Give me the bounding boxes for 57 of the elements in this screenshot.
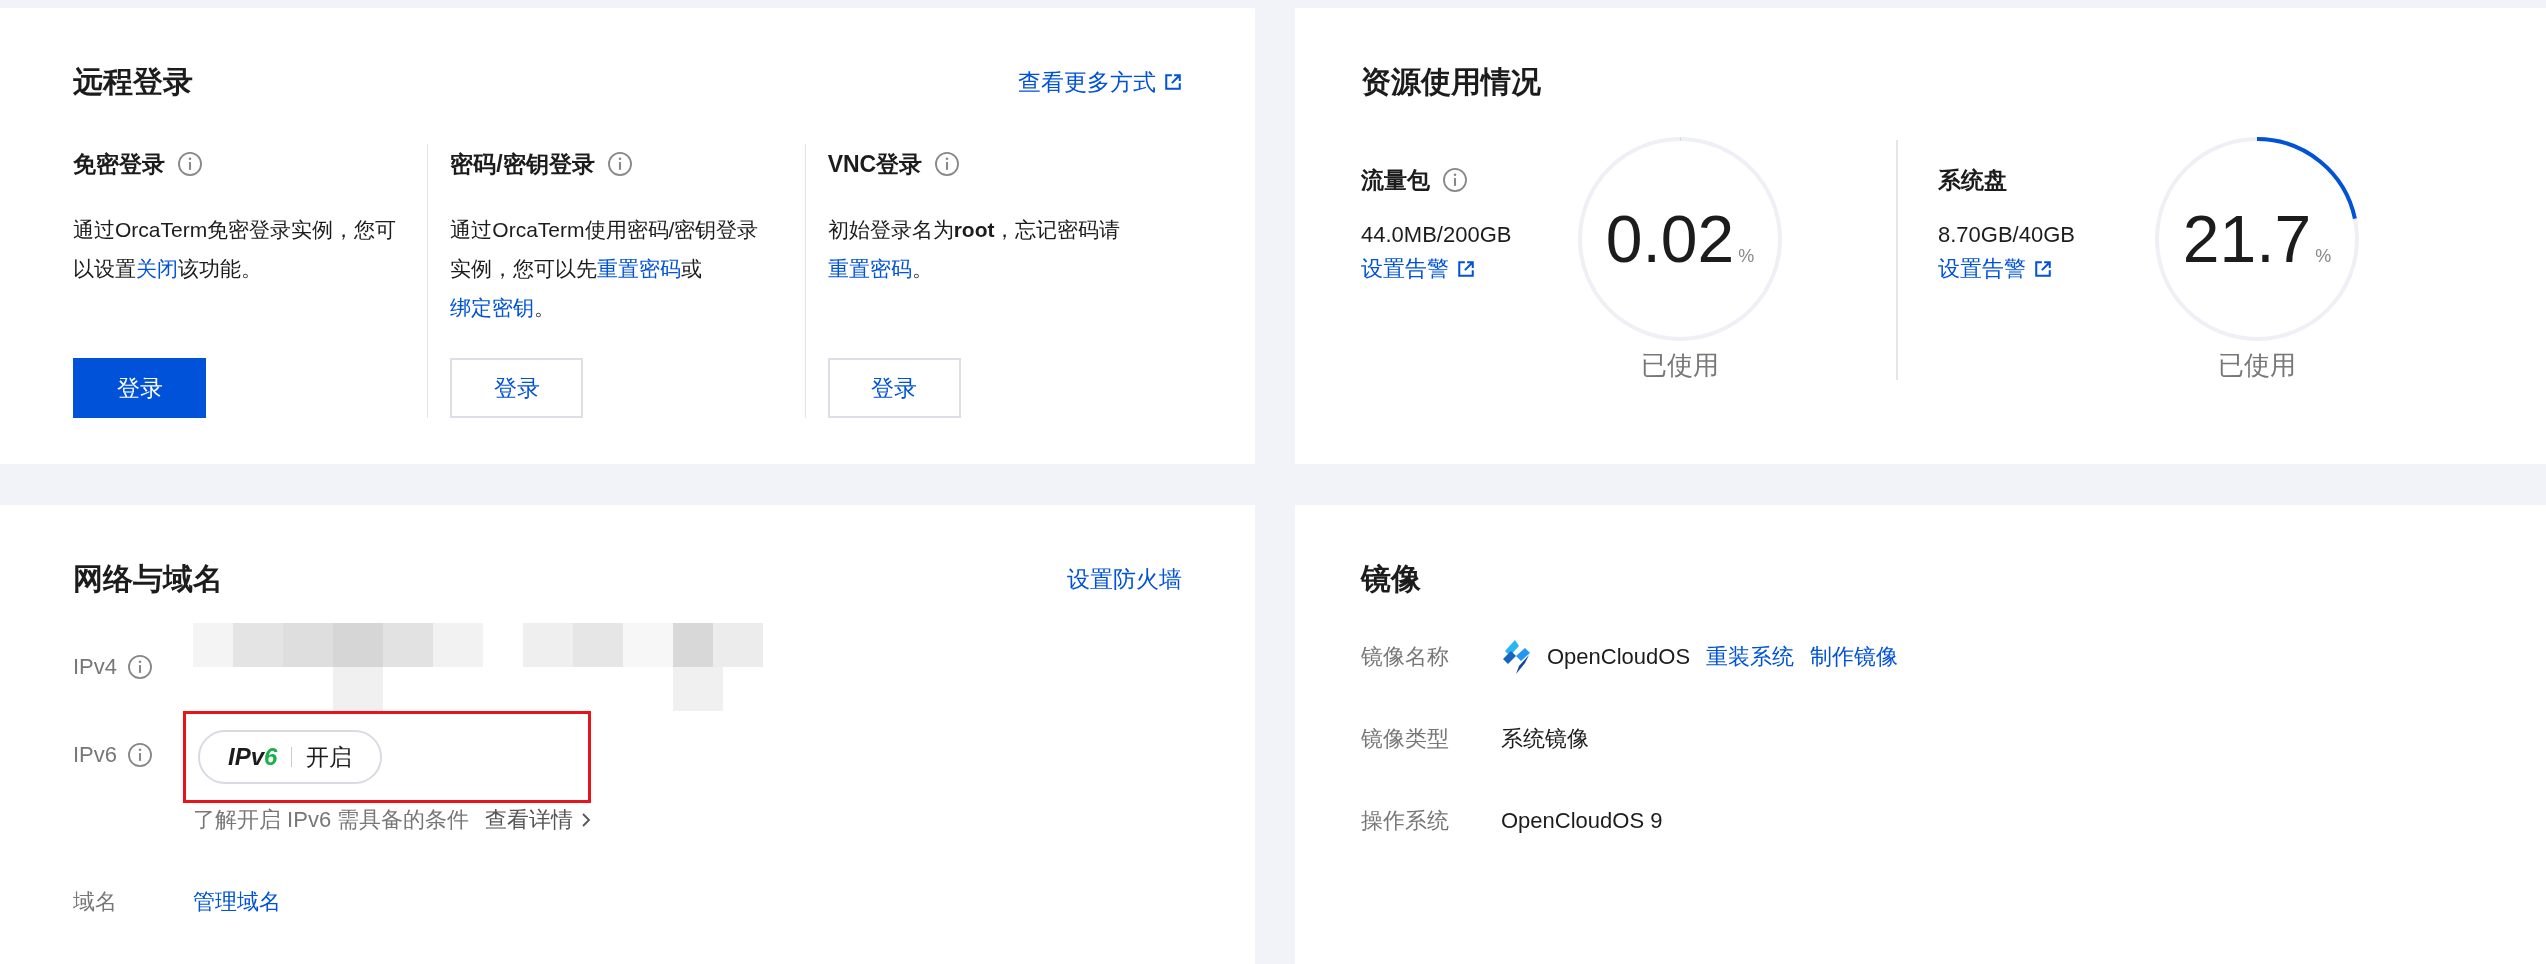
set-alert-link[interactable]: 设置告警: [1361, 254, 1561, 284]
external-link-icon: [1457, 260, 1475, 278]
usage-percent: 21.7: [2182, 204, 2312, 274]
method-title: 密码/密钥登录: [450, 149, 595, 179]
chevron-right-icon: [581, 812, 592, 828]
description-link[interactable]: 关闭: [136, 257, 178, 280]
ipv6-enable-button[interactable]: IPv6 开启: [198, 730, 383, 784]
set-alert-link[interactable]: 设置告警: [1938, 254, 2138, 284]
external-link-icon: [1164, 73, 1182, 91]
usage-percent: 0.02: [1605, 204, 1735, 274]
percent-unit: %: [2315, 246, 2332, 267]
ipv6-hint: 了解开启 IPv6 需具备的条件: [193, 806, 470, 834]
view-details-link[interactable]: 查看详情: [485, 805, 592, 835]
login-button[interactable]: 登录: [450, 358, 584, 418]
info-icon[interactable]: [934, 151, 961, 177]
description-link[interactable]: 重置密码: [827, 257, 912, 280]
image-action-link[interactable]: 重装系统: [1706, 642, 1795, 672]
method-description: 初始登录名为root，忘记密码请 重置密码。: [827, 217, 1122, 282]
login-button[interactable]: 登录: [73, 358, 206, 418]
field-value: 系统镜像: [1501, 725, 1589, 753]
card-title: 网络与域名: [73, 560, 223, 597]
field-label: 镜像名称: [1361, 643, 1450, 671]
description-link[interactable]: 绑定密钥: [450, 296, 535, 319]
method-description: 通过OrcaTerm使用密码/密钥登录实例，您可以先重置密码或 绑定密钥。: [450, 217, 760, 321]
info-icon[interactable]: [606, 151, 633, 177]
percent-unit: %: [1738, 246, 1755, 267]
manage-domain-link[interactable]: 管理域名: [193, 887, 281, 917]
usage-amount: 44.0MB/200GB: [1361, 222, 1513, 248]
external-link-icon: [2034, 260, 2052, 278]
gauge-caption: 已使用: [2218, 349, 2296, 382]
info-icon[interactable]: [1442, 167, 1468, 193]
field-label: 域名: [73, 888, 117, 916]
card-title: 资源使用情况: [1361, 63, 1541, 100]
method-title: 免密登录: [73, 149, 165, 179]
info-icon[interactable]: [177, 151, 203, 177]
card-title: 镜像: [1361, 560, 1421, 597]
firewall-link[interactable]: 设置防火墙: [1067, 563, 1182, 595]
card-title: 远程登录: [73, 63, 193, 100]
info-icon[interactable]: [127, 742, 154, 768]
field-label: IPv6: [73, 742, 118, 768]
usage-amount: 8.70GB/40GB: [1938, 222, 2076, 248]
image-action-link[interactable]: 制作镜像: [1810, 642, 1899, 672]
field-label: 操作系统: [1361, 807, 1450, 835]
resource-name: 系统盘: [1938, 165, 2007, 195]
method-title: VNC登录: [827, 149, 923, 179]
field-value: OpenCloudOS: [1547, 644, 1691, 670]
gauge-caption: 已使用: [1641, 349, 1719, 382]
method-description: 通过OrcaTerm免密登录实例，您可以设置关闭该功能。: [73, 217, 398, 282]
resource-name: 流量包: [1361, 165, 1430, 195]
info-icon[interactable]: [127, 654, 154, 680]
login-button[interactable]: 登录: [827, 358, 961, 418]
field-label: 镜像类型: [1361, 725, 1450, 753]
more-methods-link[interactable]: 查看更多方式: [1018, 66, 1182, 98]
description-link[interactable]: 重置密码: [597, 257, 682, 280]
field-label: IPv4: [73, 654, 118, 680]
os-logo-icon: [1501, 639, 1531, 675]
field-value: OpenCloudOS 9: [1501, 808, 1663, 834]
